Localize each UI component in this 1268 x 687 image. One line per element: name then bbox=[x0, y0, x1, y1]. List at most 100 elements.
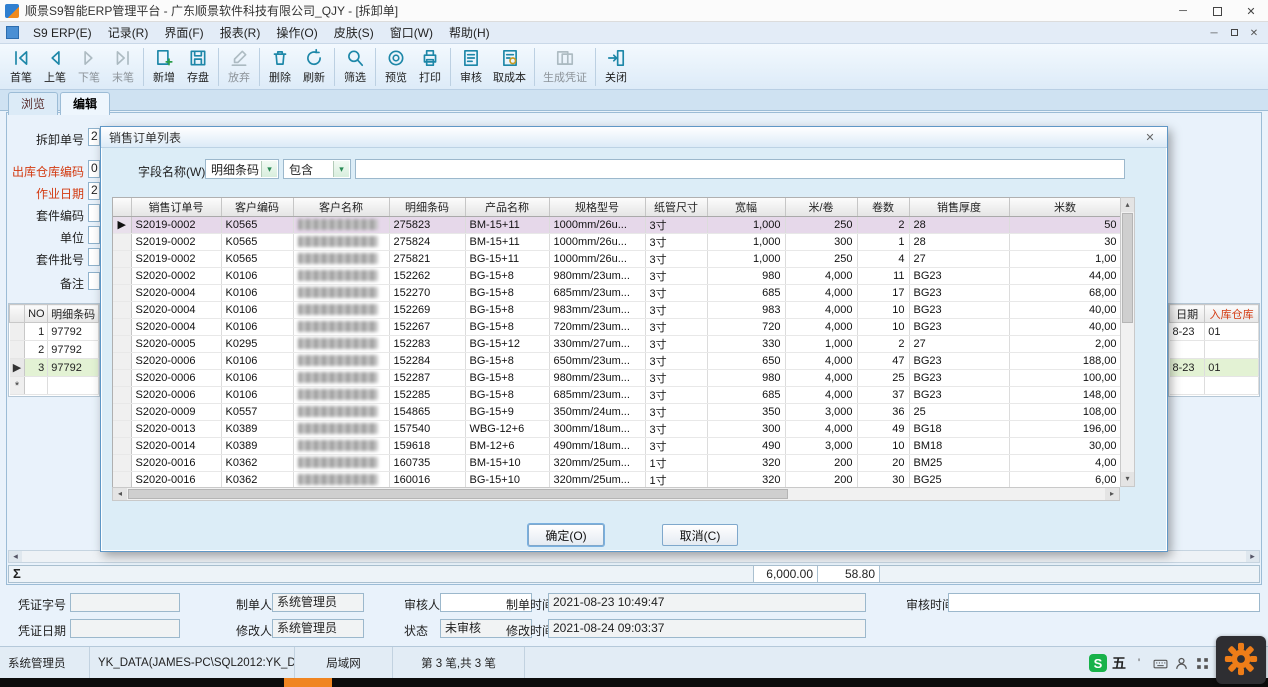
cell-卷数[interactable]: 30 bbox=[857, 471, 909, 487]
sales-order-row[interactable]: ▶S2019-0002K0565275823BM-15+111000mm/26u… bbox=[113, 216, 1120, 233]
cell-卷数[interactable]: 25 bbox=[857, 369, 909, 386]
cell-明细条码[interactable]: 152284 bbox=[389, 352, 465, 369]
del-button[interactable]: 删除 bbox=[263, 46, 297, 88]
punctuation-icon[interactable]: ' bbox=[1131, 655, 1147, 671]
column-header[interactable]: 入库仓库 bbox=[1205, 305, 1259, 323]
cell-卷数[interactable]: 10 bbox=[857, 318, 909, 335]
cell-销售订单号[interactable]: S2020-0009 bbox=[131, 403, 221, 420]
cell-纸管尺寸[interactable]: 3寸 bbox=[645, 437, 707, 454]
filter-button[interactable]: 筛选 bbox=[338, 46, 372, 88]
cell-米/卷[interactable]: 4,000 bbox=[785, 420, 857, 437]
sales-order-row[interactable]: S2019-0002K0565275824BM-15+111000mm/26u.… bbox=[113, 233, 1120, 250]
column-header[interactable] bbox=[10, 305, 25, 323]
cell-明细条码[interactable]: 160735 bbox=[389, 454, 465, 471]
hscroll-thumb[interactable] bbox=[128, 489, 788, 499]
cell-规格型号[interactable]: 1000mm/26u... bbox=[549, 233, 645, 250]
table-cell[interactable] bbox=[10, 323, 25, 341]
cell-销售厚度[interactable]: BM18 bbox=[909, 437, 1009, 454]
save-button[interactable]: 存盘 bbox=[181, 46, 215, 88]
column-header[interactable]: 日期 bbox=[1170, 305, 1205, 323]
table-row[interactable] bbox=[1170, 341, 1259, 359]
mdi-restore-icon[interactable] bbox=[1224, 28, 1244, 39]
cell-米/卷[interactable]: 3,000 bbox=[785, 403, 857, 420]
cell-纸管尺寸[interactable]: 3寸 bbox=[645, 352, 707, 369]
column-header-规格型号[interactable]: 规格型号 bbox=[549, 198, 645, 216]
first-button[interactable]: 首笔 bbox=[4, 46, 38, 88]
cell-米/卷[interactable]: 4,000 bbox=[785, 386, 857, 403]
cell-销售厚度[interactable]: 28 bbox=[909, 233, 1009, 250]
table-cell[interactable]: * bbox=[10, 377, 25, 395]
cell-规格型号[interactable]: 650mm/23um... bbox=[549, 352, 645, 369]
cancel-button[interactable]: 取消(C) bbox=[662, 524, 738, 546]
row-selector[interactable] bbox=[113, 420, 131, 437]
cell-明细条码[interactable]: 275823 bbox=[389, 216, 465, 233]
cell-销售订单号[interactable]: S2020-0006 bbox=[131, 352, 221, 369]
table-cell[interactable]: 3 bbox=[25, 359, 48, 377]
row-selector[interactable] bbox=[113, 250, 131, 267]
cell-客户编码[interactable]: K0106 bbox=[221, 369, 293, 386]
column-header-宽幅[interactable]: 宽幅 bbox=[707, 198, 785, 216]
cell-产品名称[interactable]: BG-15+8 bbox=[465, 267, 549, 284]
keyboard-icon[interactable] bbox=[1152, 655, 1168, 671]
form-input-2[interactable]: 0 bbox=[88, 160, 100, 178]
menu-item-3[interactable]: 界面(F) bbox=[156, 24, 211, 42]
cell-客户编码[interactable]: K0106 bbox=[221, 352, 293, 369]
app-gear-logo[interactable] bbox=[1216, 636, 1266, 684]
sales-order-row[interactable]: S2020-0006K0106152284BG-15+8650mm/23um..… bbox=[113, 352, 1120, 369]
cell-宽幅[interactable]: 350 bbox=[707, 403, 785, 420]
detail-grid-left-fragment[interactable]: NO明细条码197792297792▶397792* bbox=[8, 303, 100, 397]
menu-item-7[interactable]: 窗口(W) bbox=[382, 24, 441, 42]
cell-客户编码[interactable]: K0106 bbox=[221, 386, 293, 403]
cell-产品名称[interactable]: BG-15+9 bbox=[465, 403, 549, 420]
cell-产品名称[interactable]: BM-15+11 bbox=[465, 216, 549, 233]
form-input-3[interactable]: 2 bbox=[88, 182, 100, 200]
cell-客户编码[interactable]: K0565 bbox=[221, 250, 293, 267]
cell-米数[interactable]: 196,00 bbox=[1009, 420, 1120, 437]
cell-宽幅[interactable]: 330 bbox=[707, 335, 785, 352]
cell-卷数[interactable]: 37 bbox=[857, 386, 909, 403]
cell-纸管尺寸[interactable]: 3寸 bbox=[645, 369, 707, 386]
sales-order-row[interactable]: S2020-0004K0106152267BG-15+8720mm/23um..… bbox=[113, 318, 1120, 335]
cell-米数[interactable]: 4,00 bbox=[1009, 454, 1120, 471]
cell-产品名称[interactable]: BM-12+6 bbox=[465, 437, 549, 454]
chevron-down-icon[interactable]: ▾ bbox=[261, 161, 277, 177]
cell-卷数[interactable]: 10 bbox=[857, 437, 909, 454]
cell-卷数[interactable]: 49 bbox=[857, 420, 909, 437]
user-icon[interactable] bbox=[1173, 655, 1189, 671]
sales-order-row[interactable]: S2020-0014K0389159618BM-12+6490mm/18um..… bbox=[113, 437, 1120, 454]
sales-order-row[interactable]: S2020-0013K0389157540WBG-12+6300mm/18um.… bbox=[113, 420, 1120, 437]
row-selector[interactable] bbox=[113, 386, 131, 403]
cell-规格型号[interactable]: 320mm/25um... bbox=[549, 471, 645, 487]
menu-item-8[interactable]: 帮助(H) bbox=[441, 24, 498, 42]
sales-order-row[interactable]: S2020-0004K0106152269BG-15+8983mm/23um..… bbox=[113, 301, 1120, 318]
cell-客户编码[interactable]: K0106 bbox=[221, 267, 293, 284]
cost-button[interactable]: 取成本 bbox=[488, 46, 531, 88]
table-cell[interactable]: 8-23 bbox=[1170, 359, 1205, 377]
close-button[interactable]: 关闭 bbox=[599, 46, 633, 88]
cell-销售厚度[interactable]: BG23 bbox=[909, 369, 1009, 386]
cell-规格型号[interactable]: 1000mm/26u... bbox=[549, 216, 645, 233]
cell-销售订单号[interactable]: S2020-0013 bbox=[131, 420, 221, 437]
table-cell[interactable]: 1 bbox=[25, 323, 48, 341]
cell-卷数[interactable]: 17 bbox=[857, 284, 909, 301]
cell-米数[interactable]: 188,00 bbox=[1009, 352, 1120, 369]
column-header[interactable]: 明细条码 bbox=[48, 305, 99, 323]
cell-宽幅[interactable]: 720 bbox=[707, 318, 785, 335]
cell-宽幅[interactable]: 320 bbox=[707, 471, 785, 487]
filter-value-input[interactable] bbox=[355, 159, 1125, 179]
scroll-right-icon[interactable]: ▸ bbox=[1246, 551, 1259, 562]
dialog-title-bar[interactable]: 销售订单列表 ✕ bbox=[101, 127, 1167, 148]
row-selector[interactable] bbox=[113, 233, 131, 250]
sales-order-row[interactable]: S2020-0016K0362160016BG-15+10320mm/25um.… bbox=[113, 471, 1120, 487]
column-header-销售厚度[interactable]: 销售厚度 bbox=[909, 198, 1009, 216]
sales-order-row[interactable]: S2020-0009K0557154865BG-15+9350mm/24um..… bbox=[113, 403, 1120, 420]
cell-销售订单号[interactable]: S2020-0014 bbox=[131, 437, 221, 454]
sales-order-row[interactable]: S2020-0004K0106152270BG-15+8685mm/23um..… bbox=[113, 284, 1120, 301]
cell-米数[interactable]: 1,00 bbox=[1009, 250, 1120, 267]
footer-input[interactable]: 2021-08-24 09:03:37 bbox=[548, 619, 866, 638]
column-header-纸管尺寸[interactable]: 纸管尺寸 bbox=[645, 198, 707, 216]
table-cell[interactable] bbox=[25, 377, 48, 395]
row-selector[interactable] bbox=[113, 284, 131, 301]
cell-产品名称[interactable]: BG-15+8 bbox=[465, 386, 549, 403]
cell-米数[interactable]: 30 bbox=[1009, 233, 1120, 250]
